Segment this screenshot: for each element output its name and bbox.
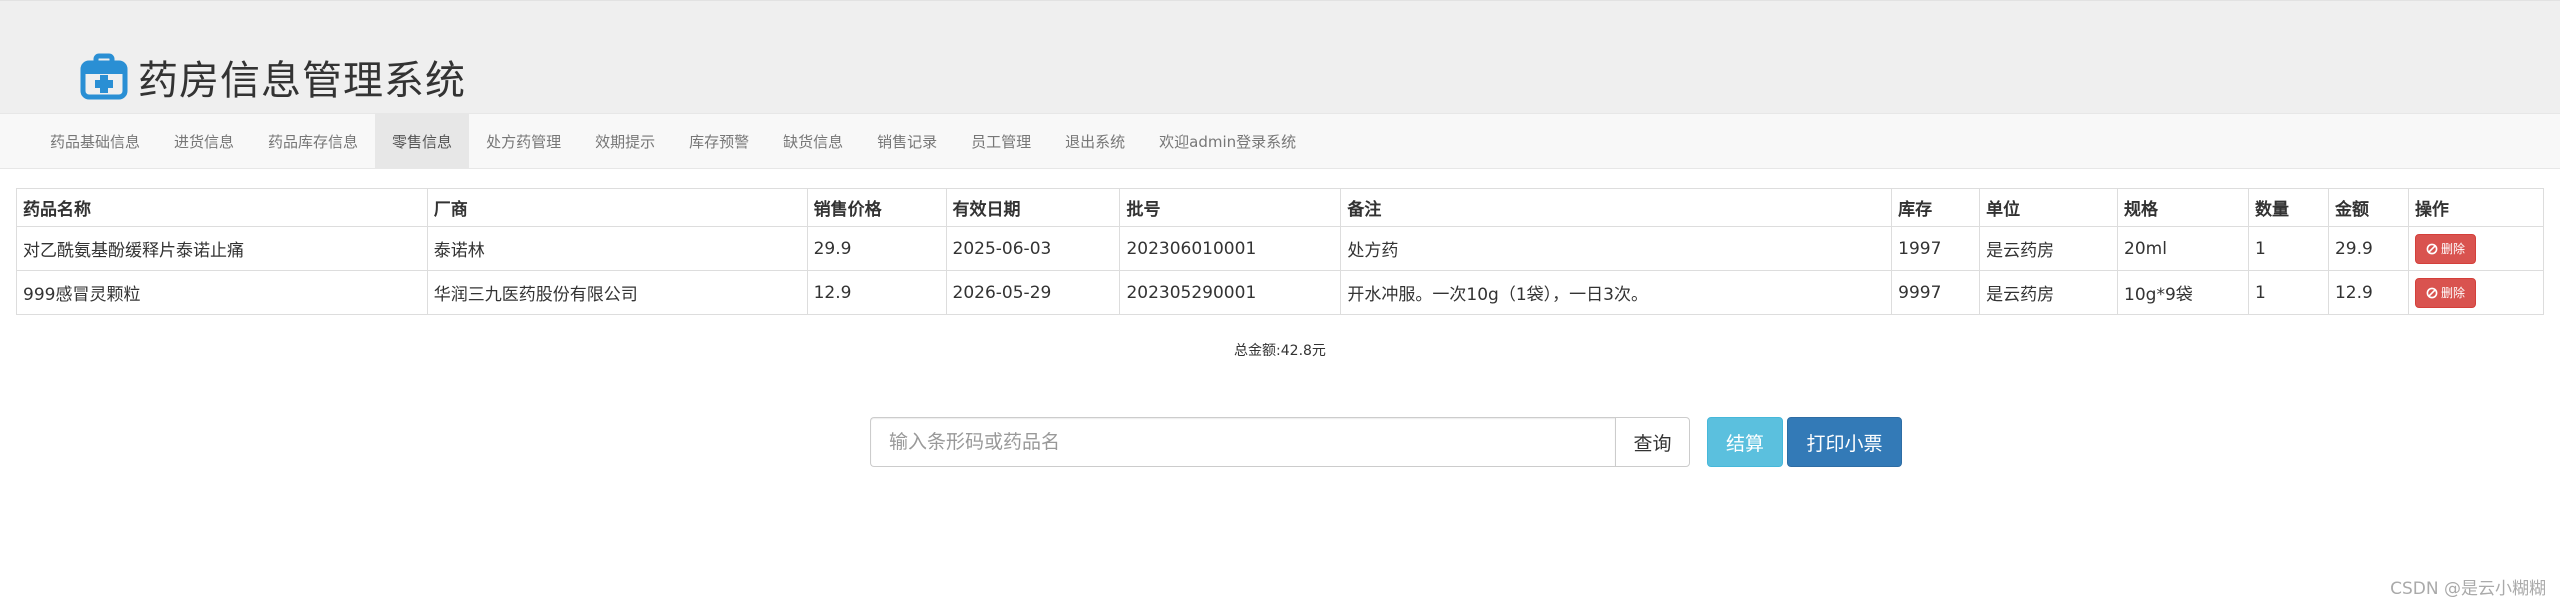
total-amount: 总金额:42.8元 [1234,343,1326,359]
col-header-spec: 规格 [2117,188,2249,227]
delete-button[interactable]: 删除 [2414,233,2476,264]
nav-item-purchase[interactable]: 进货信息 [157,114,251,168]
table-row: 对乙酰氨基酚缓释片泰诺止痛 泰诺林 29.9 2025-06-03 202306… [16,226,2545,271]
cell-name: 999感冒灵颗粒 [16,270,428,315]
delete-button-label: 删除 [2440,286,2465,300]
cell-price: 29.9 [806,226,947,271]
col-header-batch: 批号 [1119,188,1342,227]
nav-item-stock-warning[interactable]: 库存预警 [672,114,766,168]
nav-item-staff[interactable]: 员工管理 [954,114,1048,168]
print-receipt-button[interactable]: 打印小票 [1787,417,1902,467]
nav-item-prescription[interactable]: 处方药管理 [469,114,578,168]
watermark: CSDN @是云小糊糊 [2390,579,2546,599]
search-input[interactable] [870,417,1615,467]
cell-spec: 20ml [2117,226,2249,271]
col-header-amount: 金额 [2327,188,2409,227]
cell-unit: 是云药房 [1979,270,2119,315]
col-header-unit: 单位 [1979,188,2119,227]
cell-note: 处方药 [1340,226,1893,271]
cell-maker: 泰诺林 [426,226,808,271]
sales-table: 药品名称 厂商 销售价格 有效日期 批号 备注 库存 单位 规格 数量 金额 操… [16,188,2545,315]
delete-button-label: 删除 [2440,242,2465,256]
settle-button[interactable]: 结算 [1707,417,1783,467]
nav-item-sales-record[interactable]: 销售记录 [860,114,954,168]
cell-batch: 202305290001 [1119,270,1342,315]
cell-action: 删除 [2407,226,2545,271]
search-bar: 查询 结算 打印小票 [870,417,1902,467]
table-header-row: 药品名称 厂商 销售价格 有效日期 批号 备注 库存 单位 规格 数量 金额 操… [16,188,2545,227]
cell-price: 12.9 [806,270,947,315]
cell-amount: 29.9 [2327,226,2409,271]
cell-name: 对乙酰氨基酚缓释片泰诺止痛 [16,226,428,271]
query-button[interactable]: 查询 [1615,417,1690,467]
col-header-action: 操作 [2407,188,2545,227]
ban-icon [2426,243,2438,254]
ban-icon [2426,287,2438,298]
col-header-price: 销售价格 [806,188,947,227]
col-header-name: 药品名称 [16,188,428,227]
nav-item-logout[interactable]: 退出系统 [1048,114,1142,168]
nav-item-out-of-stock[interactable]: 缺货信息 [766,114,860,168]
app-header: 药房信息管理系统 [0,0,2560,113]
cell-qty: 1 [2248,226,2329,271]
cell-amount: 12.9 [2327,270,2409,315]
table-row: 999感冒灵颗粒 华润三九医药股份有限公司 12.9 2026-05-29 20… [16,270,2545,315]
cell-note: 开水冲服。一次10g（1袋），一日3次。 [1340,270,1893,315]
col-header-stock: 库存 [1891,188,1981,227]
sales-table-container: 药品名称 厂商 销售价格 有效日期 批号 备注 库存 单位 规格 数量 金额 操… [16,188,2545,315]
nav-item-inventory[interactable]: 药品库存信息 [251,114,375,168]
cell-expiry: 2026-05-29 [945,270,1121,315]
col-header-expiry: 有效日期 [945,188,1121,227]
cell-spec: 10g*9袋 [2117,270,2249,315]
nav-item-expiry[interactable]: 效期提示 [578,114,672,168]
cell-expiry: 2025-06-03 [945,226,1121,271]
app-logo: 药房信息管理系统 [80,48,466,106]
main-nav: 药品基础信息 进货信息 药品库存信息 零售信息 处方药管理 效期提示 库存预警 … [0,113,2560,169]
cell-qty: 1 [2248,270,2329,315]
app-title: 药房信息管理系统 [138,58,466,104]
nav-item-welcome[interactable]: 欢迎admin登录系统 [1142,114,1313,168]
col-header-maker: 厂商 [426,188,808,227]
medkit-icon [80,53,128,100]
col-header-qty: 数量 [2248,188,2329,227]
nav-item-drug-info[interactable]: 药品基础信息 [33,114,157,168]
delete-button[interactable]: 删除 [2414,277,2476,308]
cell-stock: 1997 [1891,226,1981,271]
cell-unit: 是云药房 [1979,226,2119,271]
cell-action: 删除 [2407,270,2545,315]
cell-batch: 202306010001 [1119,226,1342,271]
cell-maker: 华润三九医药股份有限公司 [426,270,808,315]
nav-item-retail[interactable]: 零售信息 [375,114,470,168]
cell-stock: 9997 [1891,270,1981,315]
col-header-note: 备注 [1340,188,1893,227]
